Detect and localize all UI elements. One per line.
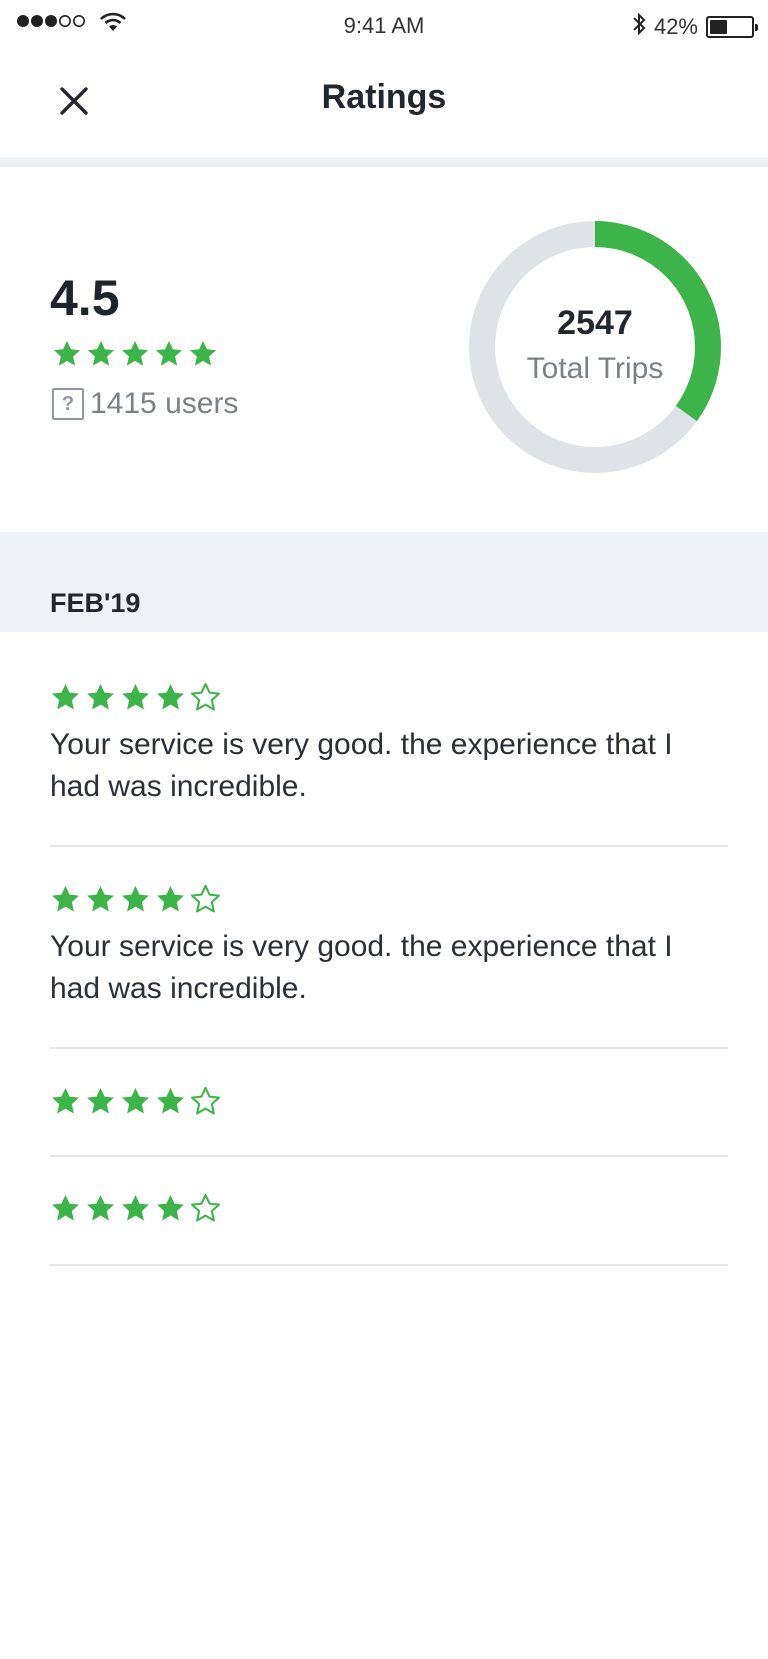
total-trips-count: 2547 bbox=[557, 304, 633, 342]
nav-bar: Ratings bbox=[0, 52, 768, 157]
star-filled-icon bbox=[50, 682, 81, 718]
star-filled-icon bbox=[120, 884, 151, 920]
battery-level-fill bbox=[710, 19, 727, 34]
star-filled-icon bbox=[85, 1193, 116, 1229]
battery-icon bbox=[706, 15, 758, 38]
month-label: FEB'19 bbox=[50, 588, 141, 618]
star-filled-icon bbox=[86, 339, 116, 374]
total-trips-label: Total Trips bbox=[526, 352, 664, 385]
review-text: Your service is very good. the experienc… bbox=[50, 930, 673, 1005]
star-outline-icon bbox=[190, 884, 221, 920]
battery-percent: 42% bbox=[653, 13, 698, 39]
review-divider bbox=[50, 1264, 728, 1266]
star-filled-icon bbox=[50, 884, 81, 920]
review-star-rating bbox=[50, 1193, 728, 1229]
star-filled-icon bbox=[155, 1086, 186, 1122]
total-trips-donut: 2547 Total Trips bbox=[460, 212, 730, 482]
star-filled-icon bbox=[155, 1193, 186, 1229]
star-filled-icon bbox=[85, 682, 116, 718]
review-item: Your service is very good. the experienc… bbox=[50, 682, 728, 808]
star-filled-icon bbox=[154, 339, 184, 374]
review-star-rating bbox=[50, 1086, 728, 1122]
star-outline-icon bbox=[190, 682, 221, 718]
users-count: 1415 users bbox=[90, 387, 239, 420]
status-bar: 9:41 AM 42% bbox=[0, 0, 768, 52]
star-filled-icon bbox=[155, 884, 186, 920]
review-item: Your service is very good. the experienc… bbox=[50, 884, 728, 1010]
review-star-rating bbox=[50, 682, 728, 718]
rating-summary: 4.5 ? 1415 users 2547 Total Trips bbox=[0, 167, 768, 532]
star-filled-icon bbox=[85, 884, 116, 920]
star-filled-icon bbox=[52, 339, 82, 374]
star-outline-icon bbox=[190, 1086, 221, 1122]
help-icon[interactable]: ? bbox=[52, 388, 84, 420]
nav-divider bbox=[0, 157, 768, 167]
review-item bbox=[50, 1086, 728, 1122]
star-filled-icon bbox=[120, 1193, 151, 1229]
review-divider bbox=[50, 845, 728, 847]
review-divider bbox=[50, 1155, 728, 1157]
average-star-rating bbox=[52, 339, 222, 374]
bluetooth-icon bbox=[632, 12, 646, 41]
users-count-row: ? 1415 users bbox=[52, 387, 238, 421]
donut-chart bbox=[469, 221, 721, 473]
review-text: Your service is very good. the experienc… bbox=[50, 728, 673, 803]
star-outline-icon bbox=[190, 1193, 221, 1229]
review-item bbox=[50, 1193, 728, 1229]
star-filled-icon bbox=[50, 1086, 81, 1122]
battery-cap bbox=[755, 23, 758, 31]
review-star-rating bbox=[50, 884, 728, 920]
month-section-header: FEB'19 bbox=[0, 532, 768, 632]
star-filled-icon bbox=[120, 339, 150, 374]
star-filled-icon bbox=[155, 682, 186, 718]
star-filled-icon bbox=[120, 1086, 151, 1122]
page-title: Ratings bbox=[321, 78, 447, 116]
star-filled-icon bbox=[188, 339, 218, 374]
average-rating: 4.5 bbox=[50, 270, 120, 326]
star-filled-icon bbox=[120, 682, 151, 718]
star-filled-icon bbox=[50, 1193, 81, 1229]
review-divider bbox=[50, 1047, 728, 1049]
star-filled-icon bbox=[85, 1086, 116, 1122]
